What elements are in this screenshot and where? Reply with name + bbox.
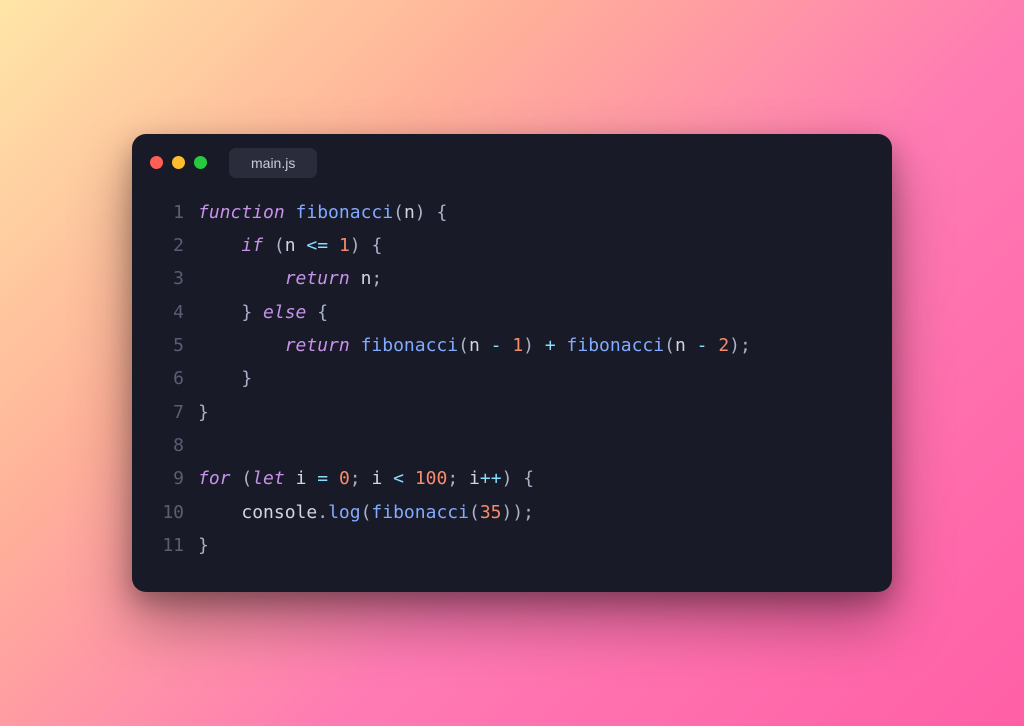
line-content: if (n <= 1) {: [198, 229, 382, 262]
code-line[interactable]: 10 console.log(fibonacci(35));: [154, 496, 868, 529]
minimize-icon[interactable]: [172, 156, 185, 169]
line-content: }: [198, 396, 209, 429]
code-line[interactable]: 2 if (n <= 1) {: [154, 229, 868, 262]
line-number: 10: [154, 496, 184, 529]
line-number: 2: [154, 229, 184, 262]
line-number: 11: [154, 529, 184, 562]
line-number: 8: [154, 429, 184, 462]
line-content: console.log(fibonacci(35));: [198, 496, 534, 529]
line-number: 7: [154, 396, 184, 429]
line-content: }: [198, 362, 252, 395]
code-line[interactable]: 1 function fibonacci(n) {: [154, 196, 868, 229]
line-number: 4: [154, 296, 184, 329]
editor-window: main.js 1function fibonacci(n) {2 if (n …: [132, 134, 892, 592]
line-content: for (let i = 0; i < 100; i++) {: [198, 462, 534, 495]
traffic-lights: [150, 156, 207, 169]
line-number: 3: [154, 262, 184, 295]
code-line[interactable]: 8: [154, 429, 868, 462]
line-number: 6: [154, 362, 184, 395]
line-content: return n;: [198, 262, 382, 295]
line-number: 5: [154, 329, 184, 362]
tab-filename[interactable]: main.js: [229, 148, 317, 178]
code-line[interactable]: 3 return n;: [154, 262, 868, 295]
line-content: function fibonacci(n) {: [198, 196, 447, 229]
titlebar: main.js: [132, 134, 892, 184]
line-content: return fibonacci(n - 1) + fibonacci(n - …: [198, 329, 751, 362]
close-icon[interactable]: [150, 156, 163, 169]
line-content: } else {: [198, 296, 328, 329]
code-line[interactable]: 4 } else {: [154, 296, 868, 329]
code-line[interactable]: 5 return fibonacci(n - 1) + fibonacci(n …: [154, 329, 868, 362]
code-line[interactable]: 11}: [154, 529, 868, 562]
code-line[interactable]: 9 for (let i = 0; i < 100; i++) {: [154, 462, 868, 495]
code-line[interactable]: 6 }: [154, 362, 868, 395]
line-content: }: [198, 529, 209, 562]
line-number: 9: [154, 462, 184, 495]
line-number: 1: [154, 196, 184, 229]
code-line[interactable]: 7}: [154, 396, 868, 429]
zoom-icon[interactable]: [194, 156, 207, 169]
code-editor[interactable]: 1function fibonacci(n) {2 if (n <= 1) {3…: [132, 184, 892, 570]
